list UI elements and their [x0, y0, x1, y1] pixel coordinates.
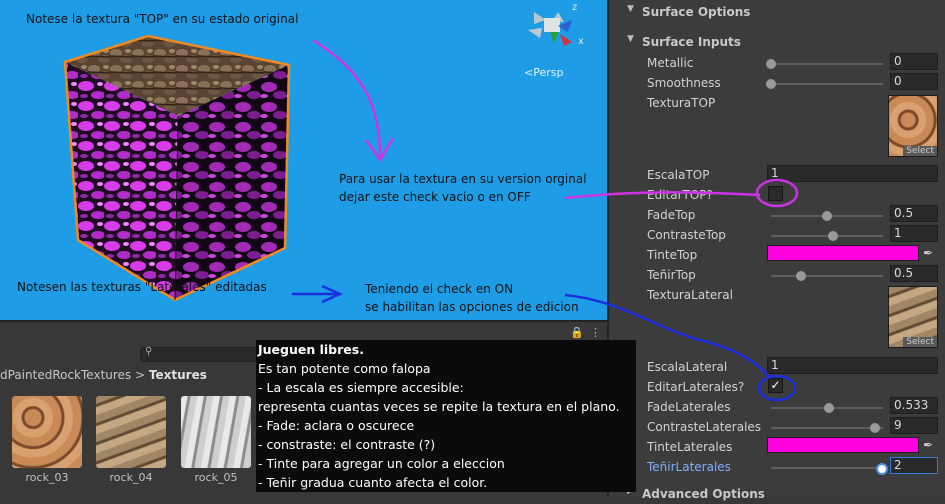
- tenir-top-slider[interactable]: [771, 271, 883, 281]
- tinte-top-color-field[interactable]: [767, 245, 919, 261]
- row-editar-laterales: EditarLaterales? ✓: [609, 377, 945, 397]
- textura-top-select-button[interactable]: Select: [903, 146, 937, 156]
- asset-thumb-rock-05[interactable]: [181, 396, 251, 468]
- overlay-line: - Teñir gradua cuanto afecta el color.: [258, 475, 488, 490]
- note-check-on-line2: se habilitan las opciones de edicion: [365, 300, 579, 314]
- breadcrumb: dPaintedRockTextures > Textures: [0, 368, 207, 382]
- editar-top-checkbox[interactable]: [768, 186, 783, 201]
- contraste-laterales-slider[interactable]: [771, 423, 883, 433]
- escala-lateral-value[interactable]: 1: [767, 357, 938, 374]
- editar-laterales-checkbox[interactable]: ✓: [768, 378, 783, 393]
- row-contraste-top: ContrasteTop 1: [609, 225, 945, 245]
- row-metallic: Metallic 0: [609, 53, 945, 73]
- lock-icon[interactable]: 🔒: [570, 326, 584, 339]
- slider-knob[interactable]: [824, 403, 835, 413]
- eyedropper-icon[interactable]: ✒: [923, 437, 937, 453]
- tenir-laterales-slider[interactable]: [771, 463, 888, 475]
- row-fade-top: FadeTop 0.5: [609, 205, 945, 225]
- breadcrumb-current[interactable]: Textures: [149, 368, 207, 382]
- escala-top-value[interactable]: 1: [767, 165, 938, 182]
- asset-thumb-rock-03[interactable]: [12, 396, 82, 468]
- section-surface-options[interactable]: ▼ Surface Options: [609, 2, 945, 22]
- overlay-line: Es tan potente como falopa: [258, 361, 431, 376]
- fade-top-value[interactable]: 0.5: [890, 205, 938, 222]
- row-smoothness: Smoothness 0: [609, 73, 945, 93]
- tenir-laterales-value[interactable]: 2: [890, 457, 938, 474]
- cube-object[interactable]: [0, 0, 607, 320]
- slider-knob[interactable]: [766, 79, 776, 89]
- fade-laterales-value[interactable]: 0.533: [890, 397, 938, 414]
- asset-label-rock-03: rock_03: [25, 471, 69, 484]
- slider-knob[interactable]: [766, 59, 776, 69]
- inspector-panel: ▼ Surface Options ▼ Surface Inputs Metal…: [607, 0, 945, 501]
- row-tinte-laterales: TinteLaterales ✒: [609, 437, 945, 457]
- fade-top-slider[interactable]: [771, 211, 883, 221]
- foldout-arrow-icon: ▼: [627, 34, 634, 44]
- search-icon: ⚲: [145, 346, 153, 357]
- tenir-top-value[interactable]: 0.5: [890, 265, 938, 282]
- overlay-line: - Fade: aclara o oscurece: [258, 418, 415, 433]
- textura-lateral-select-button[interactable]: Select: [903, 337, 937, 347]
- gizmo-x-label: x: [578, 36, 584, 47]
- row-tinte-top: TinteTop ✒: [609, 245, 945, 265]
- contraste-top-value[interactable]: 1: [890, 225, 938, 242]
- note-lateral-textures: Notesen las texturas "Laterales" editada…: [17, 280, 267, 294]
- slider-knob[interactable]: [796, 271, 807, 281]
- fade-laterales-slider[interactable]: [771, 403, 883, 413]
- row-escala-top: EscalaTOP 1: [609, 165, 945, 185]
- slider-knob[interactable]: [822, 211, 832, 221]
- metallic-slider[interactable]: [766, 59, 883, 69]
- projection-toggle[interactable]: <Persp: [524, 66, 563, 79]
- slider-knob[interactable]: [875, 463, 888, 475]
- smoothness-slider[interactable]: [766, 79, 883, 89]
- section-advanced-options[interactable]: ▶ Advanced Options: [609, 484, 945, 504]
- overlay-line: Jueguen libres.: [258, 342, 364, 357]
- tinte-laterales-color-field[interactable]: [767, 437, 919, 453]
- gizmo-z-label: z: [572, 2, 578, 13]
- row-tenir-top: TeñirTop 0.5: [609, 265, 945, 285]
- overlay-line: - constraste: el contraste (?): [258, 437, 436, 452]
- slider-knob[interactable]: [827, 231, 838, 241]
- foldout-arrow-icon: ▼: [627, 4, 634, 14]
- scene-gizmo[interactable]: z x: [520, 2, 584, 50]
- metallic-value[interactable]: 0: [890, 53, 938, 70]
- section-surface-inputs[interactable]: ▼ Surface Inputs: [609, 32, 945, 52]
- row-escala-lateral: EscalaLateral 1: [609, 357, 945, 377]
- contraste-top-slider[interactable]: [771, 231, 883, 241]
- row-editar-top: EditarTOP?: [609, 185, 945, 205]
- row-tenir-laterales: TeñirLaterales 2: [609, 457, 945, 477]
- breadcrumb-parent[interactable]: dPaintedRockTextures: [0, 368, 131, 382]
- asset-label-rock-05: rock_05: [194, 471, 238, 484]
- note-check-on-line1: Teniendo el check en ON: [365, 282, 514, 296]
- textura-top-thumbnail[interactable]: Select: [888, 95, 938, 157]
- breadcrumb-separator: >: [135, 368, 146, 382]
- overlay-line: representa cuantas veces se repite la te…: [258, 399, 620, 414]
- explanation-overlay: Jueguen libres. Es tan potente como falo…: [256, 340, 636, 492]
- asset-thumb-rock-04[interactable]: [96, 396, 166, 468]
- menu-icon[interactable]: ⋮: [590, 326, 601, 339]
- slider-knob[interactable]: [870, 423, 881, 433]
- note-top-texture: Notese la textura "TOP" en su estado ori…: [26, 12, 299, 26]
- scene-view[interactable]: z x <Persp Notese la textura "TOP" en su…: [0, 0, 607, 320]
- note-use-original-line1: Para usar la textura en su version orgin…: [339, 172, 587, 186]
- note-use-original-line2: dejar este check vacio o en OFF: [339, 190, 531, 204]
- asset-label-rock-04: rock_04: [109, 471, 153, 484]
- overlay-line: - Tinte para agregar un color a eleccion: [258, 456, 505, 471]
- eyedropper-icon[interactable]: ✒: [923, 245, 937, 261]
- row-fade-laterales: FadeLaterales 0.533: [609, 397, 945, 417]
- textura-lateral-thumbnail[interactable]: Select: [888, 286, 938, 348]
- contraste-laterales-value[interactable]: 9: [890, 417, 938, 434]
- smoothness-value[interactable]: 0: [890, 73, 938, 90]
- row-contraste-laterales: ContrasteLaterales 9: [609, 417, 945, 437]
- overlay-line: - La escala es siempre accesible:: [258, 380, 464, 395]
